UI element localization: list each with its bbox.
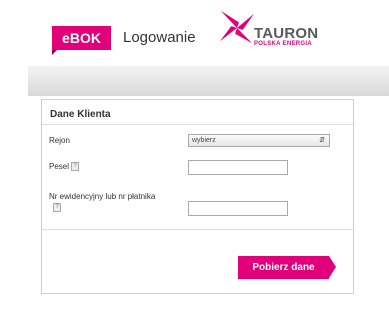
divider: [42, 124, 353, 125]
help-icon[interactable]: ?: [53, 203, 61, 212]
rejon-select-value: wybierz: [192, 137, 216, 144]
pesel-label-text: Pesel: [49, 162, 70, 171]
fetch-data-button[interactable]: Pobierz dane: [238, 256, 336, 279]
divider: [42, 229, 353, 230]
help-icon[interactable]: ?: [71, 162, 80, 172]
ebok-badge: eBOK: [52, 26, 111, 55]
nr-input[interactable]: [188, 201, 288, 216]
rejon-select[interactable]: wybierz ⇵: [188, 134, 330, 147]
header-band: [28, 66, 389, 96]
page-title: Logowanie: [123, 29, 196, 46]
select-arrows-icon: ⇵: [319, 137, 325, 144]
header: eBOK Logowanie TAURON POLSKA ENERGIA: [0, 0, 389, 62]
logo-name: TAURON: [254, 25, 319, 42]
nr-label: Nr ewidencyjny lub nr płatnika: [49, 192, 156, 201]
client-data-panel: Dane Klienta Rejon wybierz ⇵ Pesel? Nr e…: [41, 99, 354, 294]
tauron-logo-icon: [219, 10, 255, 44]
rejon-label: Rejon: [49, 136, 70, 145]
pesel-label: Pesel?: [49, 162, 80, 172]
pesel-input[interactable]: [188, 160, 288, 175]
panel-title: Dane Klienta: [50, 109, 111, 120]
logo-subtitle: POLSKA ENERGIA: [254, 41, 312, 47]
